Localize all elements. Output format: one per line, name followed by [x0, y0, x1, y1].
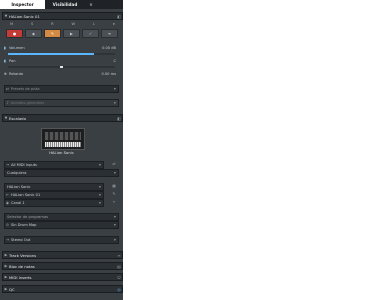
instrument-thumbnail[interactable] — [41, 128, 85, 150]
chevron-down-icon: ▾ — [99, 184, 101, 189]
audio-output-value: Stereo Out — [11, 237, 31, 242]
write-label: W — [71, 22, 76, 26]
delay-value[interactable]: 0.00 ms — [101, 72, 119, 76]
record-enable-button[interactable]: ● — [6, 29, 23, 38]
tab-bar: Inspector Visibilidad × — [0, 0, 123, 9]
chevron-down-icon: ▾ — [99, 162, 101, 167]
chevron-down-icon: ▾ — [99, 200, 101, 205]
monitor-button[interactable]: ◆ — [25, 29, 42, 38]
output-device-value: HALion Sonic — [7, 184, 31, 189]
midi-input-value: All MIDI Inputs — [11, 162, 37, 167]
channel-value: Canal 1 — [11, 200, 25, 205]
chevron-down-icon: ▾ — [114, 214, 116, 219]
volume-row[interactable]: ▮ Volumen 0.00 dB — [4, 45, 119, 51]
chevron-down-icon: ▾ — [114, 100, 116, 105]
tab-inspector[interactable]: Inspector — [0, 0, 45, 9]
inspector-panel: Inspector Visibilidad × ▼ HALion Sonic 0… — [0, 0, 123, 300]
pan-row[interactable]: ▮ Pan C — [4, 58, 119, 64]
chevron-down-icon: ▾ — [114, 222, 116, 227]
midi-inserts-section[interactable]: ▶ MIDI Inserts ⏻ — [2, 273, 123, 281]
instrument-knobs-graphic — [45, 132, 81, 140]
instrument-window-icon[interactable]: ▦ — [111, 183, 117, 189]
chevron-down-icon: ▾ — [114, 170, 116, 175]
chord-track-field[interactable]: ♪ Acordes generales ▾ — [4, 99, 119, 107]
input-channel-value: Cualquiera — [7, 170, 27, 175]
delay-label: Retardo — [9, 72, 24, 76]
edit-label: e — [112, 22, 115, 26]
instrument-section-title: Escalado — [9, 115, 26, 121]
pan-handle[interactable] — [60, 65, 63, 68]
pan-label: Pan — [9, 59, 16, 63]
output-device-field[interactable]: HALion Sonic ▾ — [4, 183, 104, 191]
chord-label: Acordes generales — [11, 100, 45, 105]
track-buttons: ● ◆ ✎ ▶ ✓ ≡ — [6, 29, 118, 38]
program-selector-field[interactable]: Selector de programas ▾ — [4, 213, 119, 221]
drum-map-value: Sin Drum Map — [11, 222, 37, 227]
track-name: HALion Sonic 01 — [9, 13, 40, 19]
edit-instrument-icon[interactable]: ✎ — [111, 191, 117, 197]
drum-map-field[interactable]: ⊙ Sin Drum Map ▾ — [4, 221, 119, 229]
write-automation-button[interactable]: ✎ — [44, 29, 61, 38]
instrument-name: HALion Sonic — [49, 150, 74, 155]
volume-slider[interactable] — [8, 53, 115, 55]
qc-title: QC — [9, 286, 15, 292]
notepad-section[interactable]: ▶ Bloc de notas ▤ — [2, 262, 123, 270]
volume-value[interactable]: 0.00 dB — [102, 46, 119, 50]
notepad-icon[interactable]: ▤ — [116, 264, 122, 269]
delay-row[interactable]: ⊕ Retardo 0.00 ms — [4, 71, 119, 77]
read-automation-button[interactable]: ▶ — [63, 29, 80, 38]
track-control-labels: M S R W L e — [10, 22, 115, 27]
mute-label: M — [10, 22, 14, 26]
section-options-icon[interactable]: ≡ — [116, 253, 122, 258]
chevron-down-icon: ▾ — [114, 237, 116, 242]
close-icon[interactable]: × — [85, 0, 97, 9]
freeze-button[interactable]: ✓ — [82, 29, 99, 38]
volume-fill — [8, 53, 94, 55]
tab-visibility[interactable]: Visibilidad — [45, 0, 85, 9]
volume-label: Volumen — [9, 46, 25, 50]
track-versions-title: Track Versions — [9, 252, 37, 258]
track-header[interactable]: ▼ HALion Sonic 01 ◧ — [2, 12, 123, 20]
chevron-down-icon: ▾ — [99, 192, 101, 197]
lanes-button[interactable]: ≡ — [101, 29, 118, 38]
section-options-icon[interactable]: ◧ — [116, 116, 122, 121]
pan-slider[interactable] — [8, 65, 115, 68]
lock-label: L — [92, 22, 95, 26]
input-channel-field[interactable]: Cualquiera ▾ — [4, 169, 119, 177]
track-presets-field[interactable]: ⇄ Presets de pista ▾ — [4, 85, 119, 93]
pan-value[interactable]: C — [113, 59, 119, 63]
channel-field[interactable]: ◉ Canal 1 ▾ — [4, 199, 104, 207]
instrument-keyboard-graphic — [45, 142, 81, 147]
midi-inserts-title: MIDI Inserts — [9, 274, 32, 280]
track-edit-icon[interactable]: ◧ — [116, 14, 122, 19]
read-label: R — [51, 22, 54, 26]
audio-output-field[interactable]: ⇥ Stereo Out ▾ — [4, 236, 119, 244]
midi-output-value: HALion Sonic 01 — [11, 192, 41, 197]
chevron-down-icon: ▾ — [114, 86, 116, 91]
instrument-section-header[interactable]: ▼ Escalado ◧ — [2, 114, 123, 122]
notepad-title: Bloc de notas — [9, 263, 35, 269]
qc-section[interactable]: ▶ QC ◎ — [2, 285, 123, 293]
qc-icon[interactable]: ◎ — [116, 287, 122, 292]
midi-output-field[interactable]: ⇤ HALion Sonic 01 ▾ — [4, 191, 104, 199]
track-presets-placeholder: Presets de pista — [11, 86, 40, 91]
power-icon[interactable]: ⏻ — [116, 275, 122, 280]
program-selector-value: Selector de programas — [7, 214, 48, 219]
midi-input-field[interactable]: ⇥ All MIDI Inputs ▾ — [4, 161, 104, 169]
routing-swap-icon[interactable]: ⇄ — [111, 161, 117, 167]
track-versions-section[interactable]: ▶ Track Versions ≡ — [2, 251, 123, 259]
add-icon[interactable]: + — [111, 199, 117, 205]
solo-label: S — [30, 22, 34, 26]
